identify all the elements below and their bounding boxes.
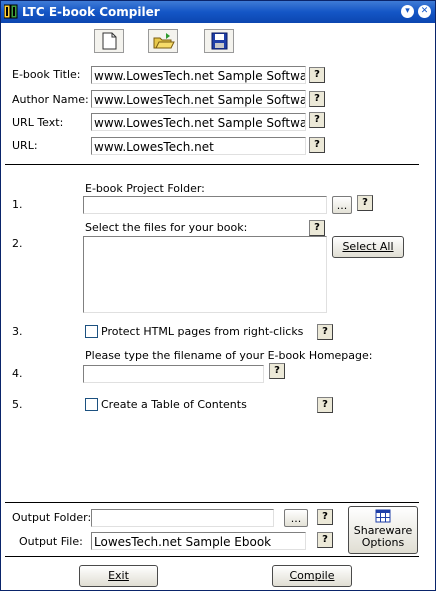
compile-button[interactable]: Compile [272,565,352,587]
step-2-number: 2. [12,237,23,250]
output-folder-help-button[interactable]: ? [317,509,333,525]
grid-icon [375,509,391,523]
homepage-help-button[interactable]: ? [269,363,285,379]
project-folder-browse-button[interactable]: ... [332,196,352,214]
ebook-title-label: E-book Title: [12,68,81,81]
table-of-contents-label: Create a Table of Contents [101,398,247,411]
new-button[interactable] [94,29,124,53]
author-name-label: Author Name: [12,93,89,106]
author-name-help-button[interactable]: ? [309,91,325,107]
close-icon[interactable]: ✕ [418,5,431,18]
open-folder-icon [153,33,175,49]
protect-html-checkbox[interactable] [85,325,98,338]
table-of-contents-checkbox[interactable] [85,398,98,411]
output-file-help-button[interactable]: ? [317,532,333,548]
homepage-input[interactable] [83,365,264,383]
url-text-input[interactable]: www.LowesTech.net Sample Software [91,113,306,131]
window-title: LTC E-book Compiler [22,5,160,19]
minimize-icon[interactable]: ▾ [401,5,414,18]
url-label: URL: [12,139,38,152]
output-folder-label: Output Folder: [12,511,92,524]
url-text-help-button[interactable]: ? [309,112,325,128]
main-form: E-book Title: www.LowesTech.net Sample S… [1,23,435,590]
url-help-button[interactable]: ? [309,137,325,153]
output-folder-input[interactable] [91,509,274,527]
project-folder-input[interactable] [83,196,327,214]
divider [5,502,419,503]
ebook-title-input[interactable]: www.LowesTech.net Sample Software [91,66,306,84]
title-bar[interactable]: LTC E-book Compiler ▾ ✕ [1,1,435,23]
app-window: LTC E-book Compiler ▾ ✕ E-book Title: ww… [0,0,436,591]
shareware-label-line2: Options [361,536,405,549]
shareware-options-button[interactable]: Shareware Options [348,506,418,554]
files-listbox[interactable] [83,236,327,313]
select-all-button[interactable]: Select All [332,236,404,258]
project-folder-help-button[interactable]: ? [357,195,373,211]
step-4-number: 4. [12,367,23,380]
output-folder-browse-button[interactable]: ... [284,509,308,527]
url-input[interactable]: www.LowesTech.net [91,137,306,155]
protect-html-help-button[interactable]: ? [317,324,333,340]
divider [5,164,419,165]
select-files-help-button[interactable]: ? [309,220,325,236]
step-1-number: 1. [12,198,23,211]
output-file-input[interactable]: LowesTech.net Sample Ebook [91,532,306,550]
step-5-number: 5. [12,398,23,411]
divider [5,556,419,557]
save-disk-icon [211,32,228,50]
exit-button[interactable]: Exit [79,565,158,587]
select-files-label: Select the files for your book: [85,221,248,234]
ebook-title-help-button[interactable]: ? [309,67,325,83]
book-icon [4,4,18,19]
homepage-label: Please type the filename of your E-book … [85,349,373,362]
open-button[interactable] [148,29,178,53]
author-name-input[interactable]: www.LowesTech.net Sample Software [91,90,306,108]
protect-html-label: Protect HTML pages from right-clicks [101,325,304,338]
project-folder-label: E-book Project Folder: [85,182,205,195]
new-document-icon [102,32,117,50]
output-file-label: Output File: [19,535,83,548]
url-text-label: URL Text: [12,116,64,129]
save-button[interactable] [204,29,234,53]
table-of-contents-help-button[interactable]: ? [317,397,333,413]
step-3-number: 3. [12,325,23,338]
